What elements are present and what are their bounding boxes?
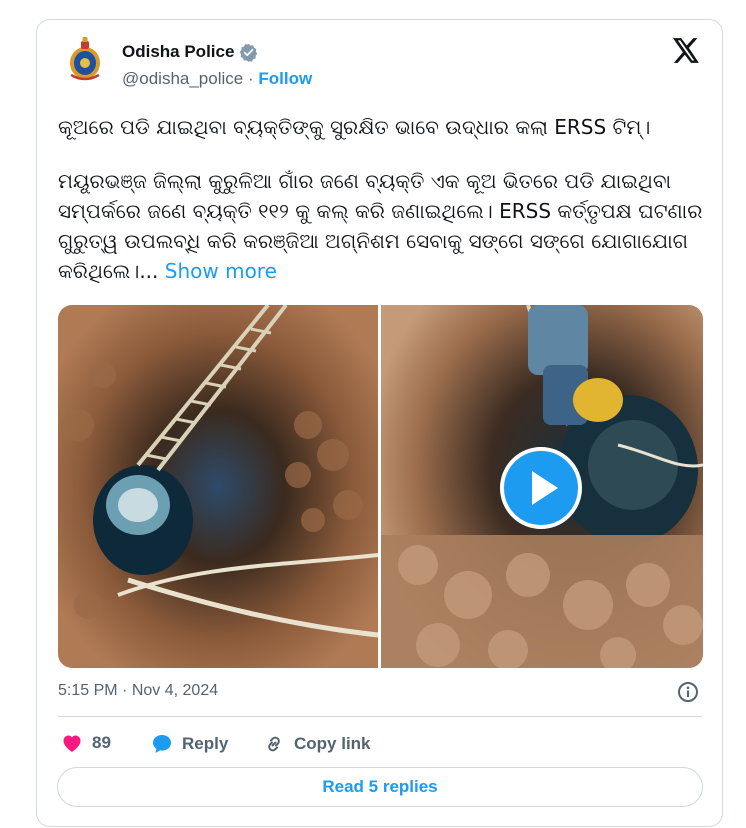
action-bar: 89 Reply Copy link [58,729,458,757]
tweet-timestamp[interactable]: 5:15 PM · Nov 4, 2024 [58,682,218,700]
read-replies-label: Read 5 replies [322,777,438,796]
author-name[interactable]: Odisha Police [122,42,258,62]
show-more-link[interactable]: Show more [165,259,277,283]
well-rescue-image-left[interactable] [58,305,379,668]
author-name-text[interactable]: Odisha Police [122,42,234,62]
verified-badge-icon [239,43,258,62]
follow-button[interactable]: Follow [258,69,312,88]
reply-label: Reply [182,734,229,753]
tweet-headline: କୂଅରେ ପଡି ଯାଇଥିବା ବ୍ୟକ୍ତିଙ୍କୁ ସୁରକ୍ଷିତ ଭ… [58,115,651,139]
tweet-body: ମୟୂରଭଞ୍ଜ ଜିଲ୍ଲା କୁରୁଳିଆ ଗାଁର ଜଣେ ବ୍ୟକ୍ତି… [58,169,703,283]
tweet-date: Nov 4, 2024 [131,682,219,699]
like-count: 89 [92,733,111,752]
copy-link-button[interactable]: Copy link [262,732,371,756]
media-grid[interactable] [58,305,703,668]
reply-bubble-icon [153,735,171,753]
divider [58,716,702,717]
separator-dot: · [247,69,254,88]
tweet-body-paragraph: ମୟୂରଭଞ୍ଜ ଜିଲ୍ଲା କୁରୁଳିଆ ଗାଁର ଜଣେ ବ୍ୟକ୍ତି… [58,166,708,286]
x-logo-icon[interactable] [673,38,700,63]
copy-link-label: Copy link [294,734,371,753]
reply-button[interactable]: Reply [150,732,228,756]
link-icon [268,736,280,752]
tweet-time: 5:15 PM [58,682,118,699]
info-icon[interactable] [677,681,699,703]
separator-dot: · [122,682,128,699]
tweet-text: କୂଅରେ ପଡି ଯାଇଥିବା ବ୍ୟକ୍ତିଙ୍କୁ ସୁରକ୍ଷିତ ଭ… [58,112,708,286]
police-emblem-icon[interactable] [62,35,108,81]
like-button[interactable]: 89 [60,731,111,755]
author-handle-row: @odisha_police · Follow [122,69,312,89]
heart-icon [63,735,81,752]
read-replies-button[interactable]: Read 5 replies [57,767,703,807]
play-button-icon[interactable] [500,447,582,529]
author-handle[interactable]: @odisha_police [122,69,243,88]
